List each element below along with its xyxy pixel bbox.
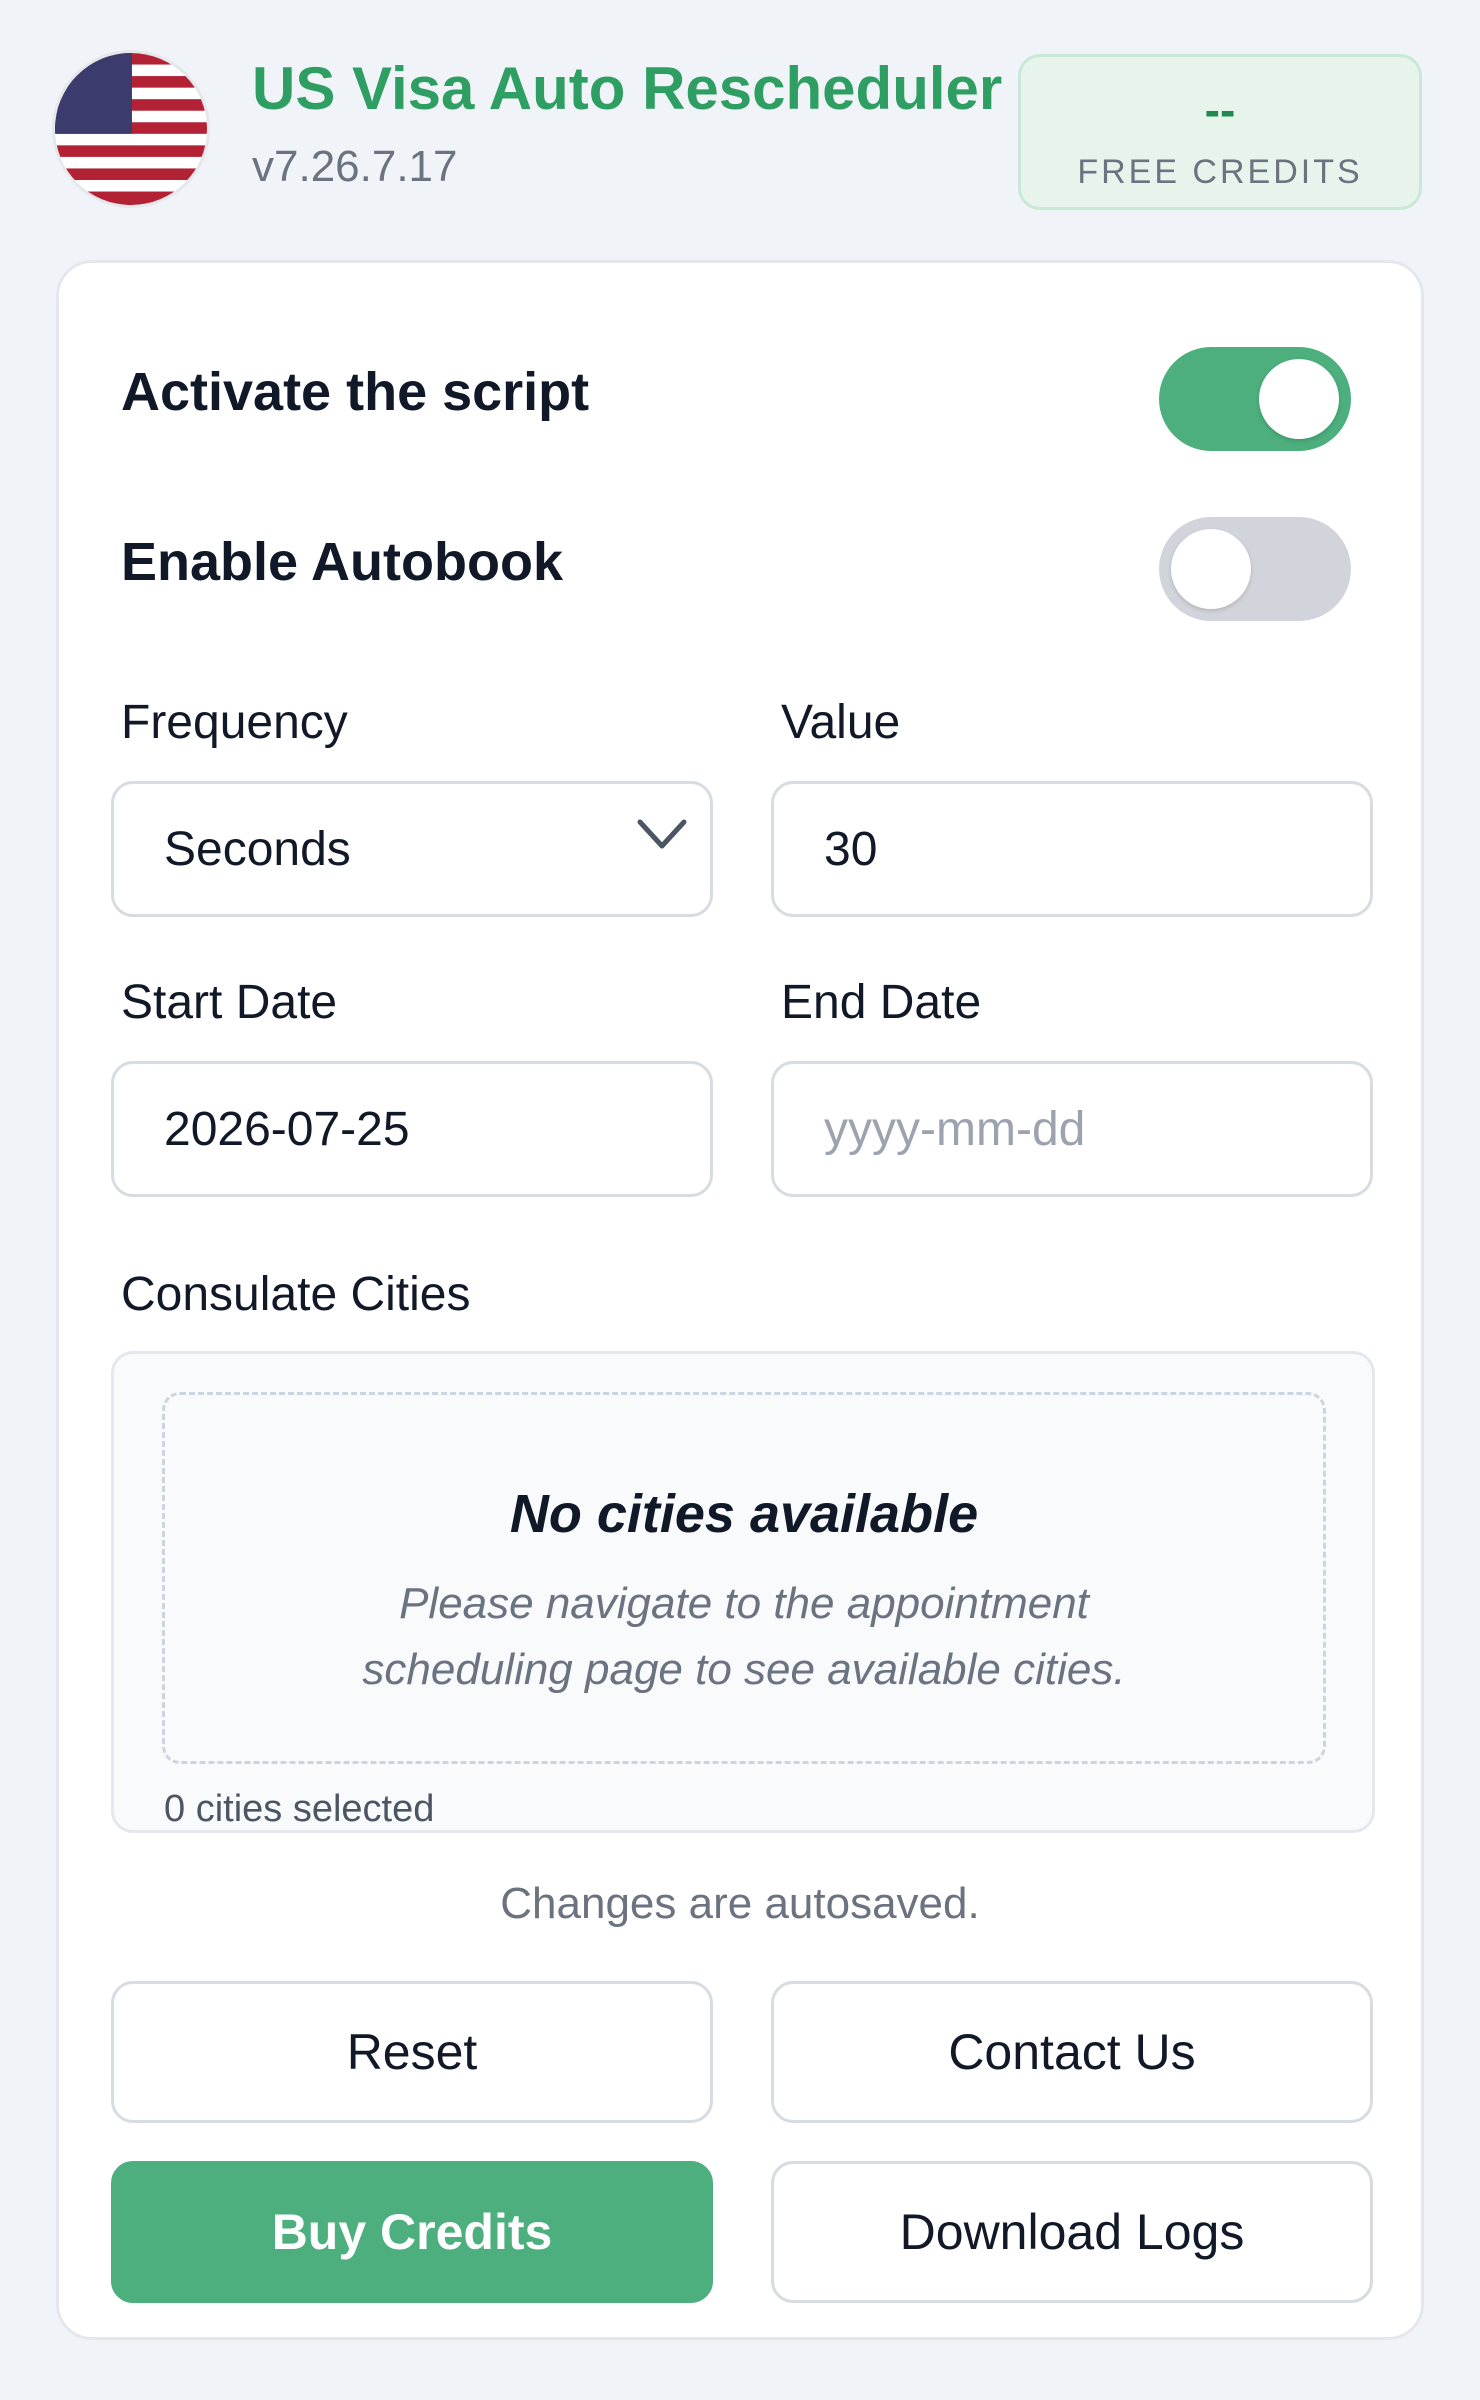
enable-autobook-toggle[interactable] <box>1159 517 1351 621</box>
credits-value: -- <box>1204 84 1236 136</box>
contact-us-button[interactable]: Contact Us <box>771 1981 1373 2123</box>
frequency-select[interactable]: Seconds <box>111 781 713 917</box>
end-date-placeholder: yyyy-mm-dd <box>824 1102 1086 1156</box>
settings-card: Activate the script Enable Autobook Freq… <box>56 260 1424 2340</box>
enable-autobook-label: Enable Autobook <box>121 532 563 592</box>
value-input[interactable]: 30 <box>771 781 1373 917</box>
toggle-knob <box>1171 529 1251 609</box>
empty-state-line-2: scheduling page to see available cities. <box>362 1645 1126 1694</box>
download-logs-button[interactable]: Download Logs <box>771 2161 1373 2303</box>
chevron-down-icon <box>637 819 687 849</box>
app-version: v7.26.7.17 <box>252 142 458 191</box>
end-date-label: End Date <box>781 976 982 1029</box>
app-title: US Visa Auto Rescheduler <box>252 55 1003 122</box>
consulate-cities-label: Consulate Cities <box>121 1268 471 1321</box>
consulate-cities-list: No cities available Please navigate to t… <box>111 1351 1375 1833</box>
autosave-note: Changes are autosaved. <box>500 1879 980 1928</box>
header: US Visa Auto Rescheduler v7.26.7.17 -- F… <box>0 0 1480 250</box>
activate-script-toggle[interactable] <box>1159 347 1351 451</box>
cities-empty-state: No cities available Please navigate to t… <box>162 1392 1326 1764</box>
empty-state-title: No cities available <box>509 1484 979 1544</box>
frequency-label: Frequency <box>121 696 348 749</box>
buy-credits-button[interactable]: Buy Credits <box>111 2161 713 2303</box>
credits-badge: -- FREE CREDITS <box>1018 54 1422 210</box>
empty-state-text: Please navigate to the appointment sched… <box>165 1571 1323 1703</box>
empty-state-line-1: Please navigate to the appointment <box>399 1579 1089 1628</box>
us-flag-icon <box>52 50 210 208</box>
toggle-knob <box>1259 359 1339 439</box>
credits-label: FREE CREDITS <box>1077 153 1363 191</box>
start-date-value: 2026-07-25 <box>164 1102 410 1156</box>
value-label: Value <box>781 696 901 749</box>
frequency-value: Seconds <box>164 822 351 876</box>
start-date-input[interactable]: 2026-07-25 <box>111 1061 713 1197</box>
cities-selected-count: 0 cities selected <box>164 1788 435 1830</box>
end-date-input[interactable]: yyyy-mm-dd <box>771 1061 1373 1197</box>
value-input-text: 30 <box>824 822 878 876</box>
activate-script-label: Activate the script <box>121 362 590 422</box>
reset-button[interactable]: Reset <box>111 1981 713 2123</box>
start-date-label: Start Date <box>121 976 338 1029</box>
